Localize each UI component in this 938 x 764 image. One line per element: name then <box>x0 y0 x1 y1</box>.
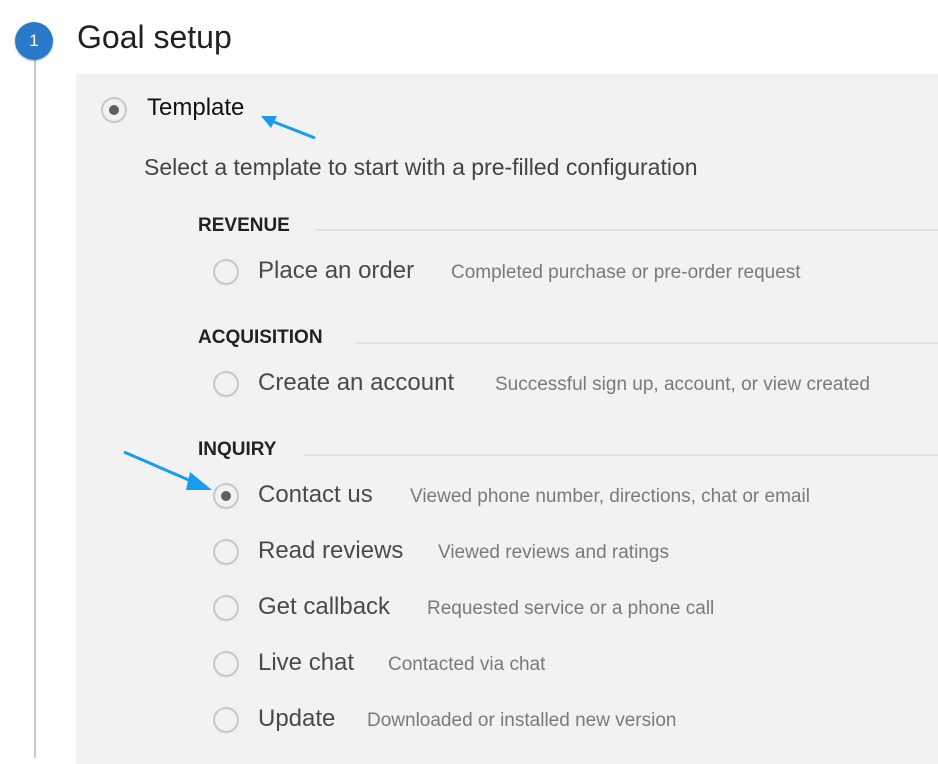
annotation-arrow-icon <box>261 116 316 140</box>
template-radio[interactable] <box>101 97 127 123</box>
template-subtitle: Select a template to start with a pre-fi… <box>144 154 698 180</box>
category-heading-revenue: REVENUE <box>198 215 290 236</box>
option-radio-contact-us[interactable] <box>213 483 239 509</box>
category-heading-acquisition: ACQUISITION <box>198 327 323 348</box>
option-description: Viewed phone number, directions, chat or… <box>410 486 810 507</box>
option-radio-place-an-order[interactable] <box>213 259 239 285</box>
option-label-place-an-order[interactable]: Place an order <box>258 257 414 285</box>
option-label-contact-us[interactable]: Contact us <box>258 481 373 509</box>
category-divider <box>355 342 938 344</box>
option-label-live-chat[interactable]: Live chat <box>258 649 354 677</box>
annotation-arrow-icon <box>123 450 212 490</box>
option-radio-create-an-account[interactable] <box>213 371 239 397</box>
option-label-read-reviews[interactable]: Read reviews <box>258 537 403 565</box>
option-radio-update[interactable] <box>213 707 239 733</box>
option-description: Completed purchase or pre-order request <box>451 262 801 283</box>
step-title: Goal setup <box>77 19 232 55</box>
option-radio-read-reviews[interactable] <box>213 539 239 565</box>
option-radio-live-chat[interactable] <box>213 651 239 677</box>
radio-selected-dot <box>109 105 119 115</box>
option-description: Viewed reviews and ratings <box>438 542 669 563</box>
category-divider <box>315 229 938 231</box>
step-number-badge: 1 <box>15 22 53 60</box>
option-radio-get-callback[interactable] <box>213 595 239 621</box>
option-description: Downloaded or installed new version <box>367 710 677 731</box>
option-label-update[interactable]: Update <box>258 705 335 733</box>
option-description: Contacted via chat <box>388 654 546 675</box>
option-description: Requested service or a phone call <box>427 598 715 619</box>
option-label-create-an-account[interactable]: Create an account <box>258 369 454 397</box>
option-label-get-callback[interactable]: Get callback <box>258 593 390 621</box>
step-connector-line <box>34 58 36 758</box>
radio-selected-dot <box>221 491 231 501</box>
option-description: Successful sign up, account, or view cre… <box>495 374 870 395</box>
category-divider <box>304 454 938 456</box>
template-label[interactable]: Template <box>147 94 244 122</box>
